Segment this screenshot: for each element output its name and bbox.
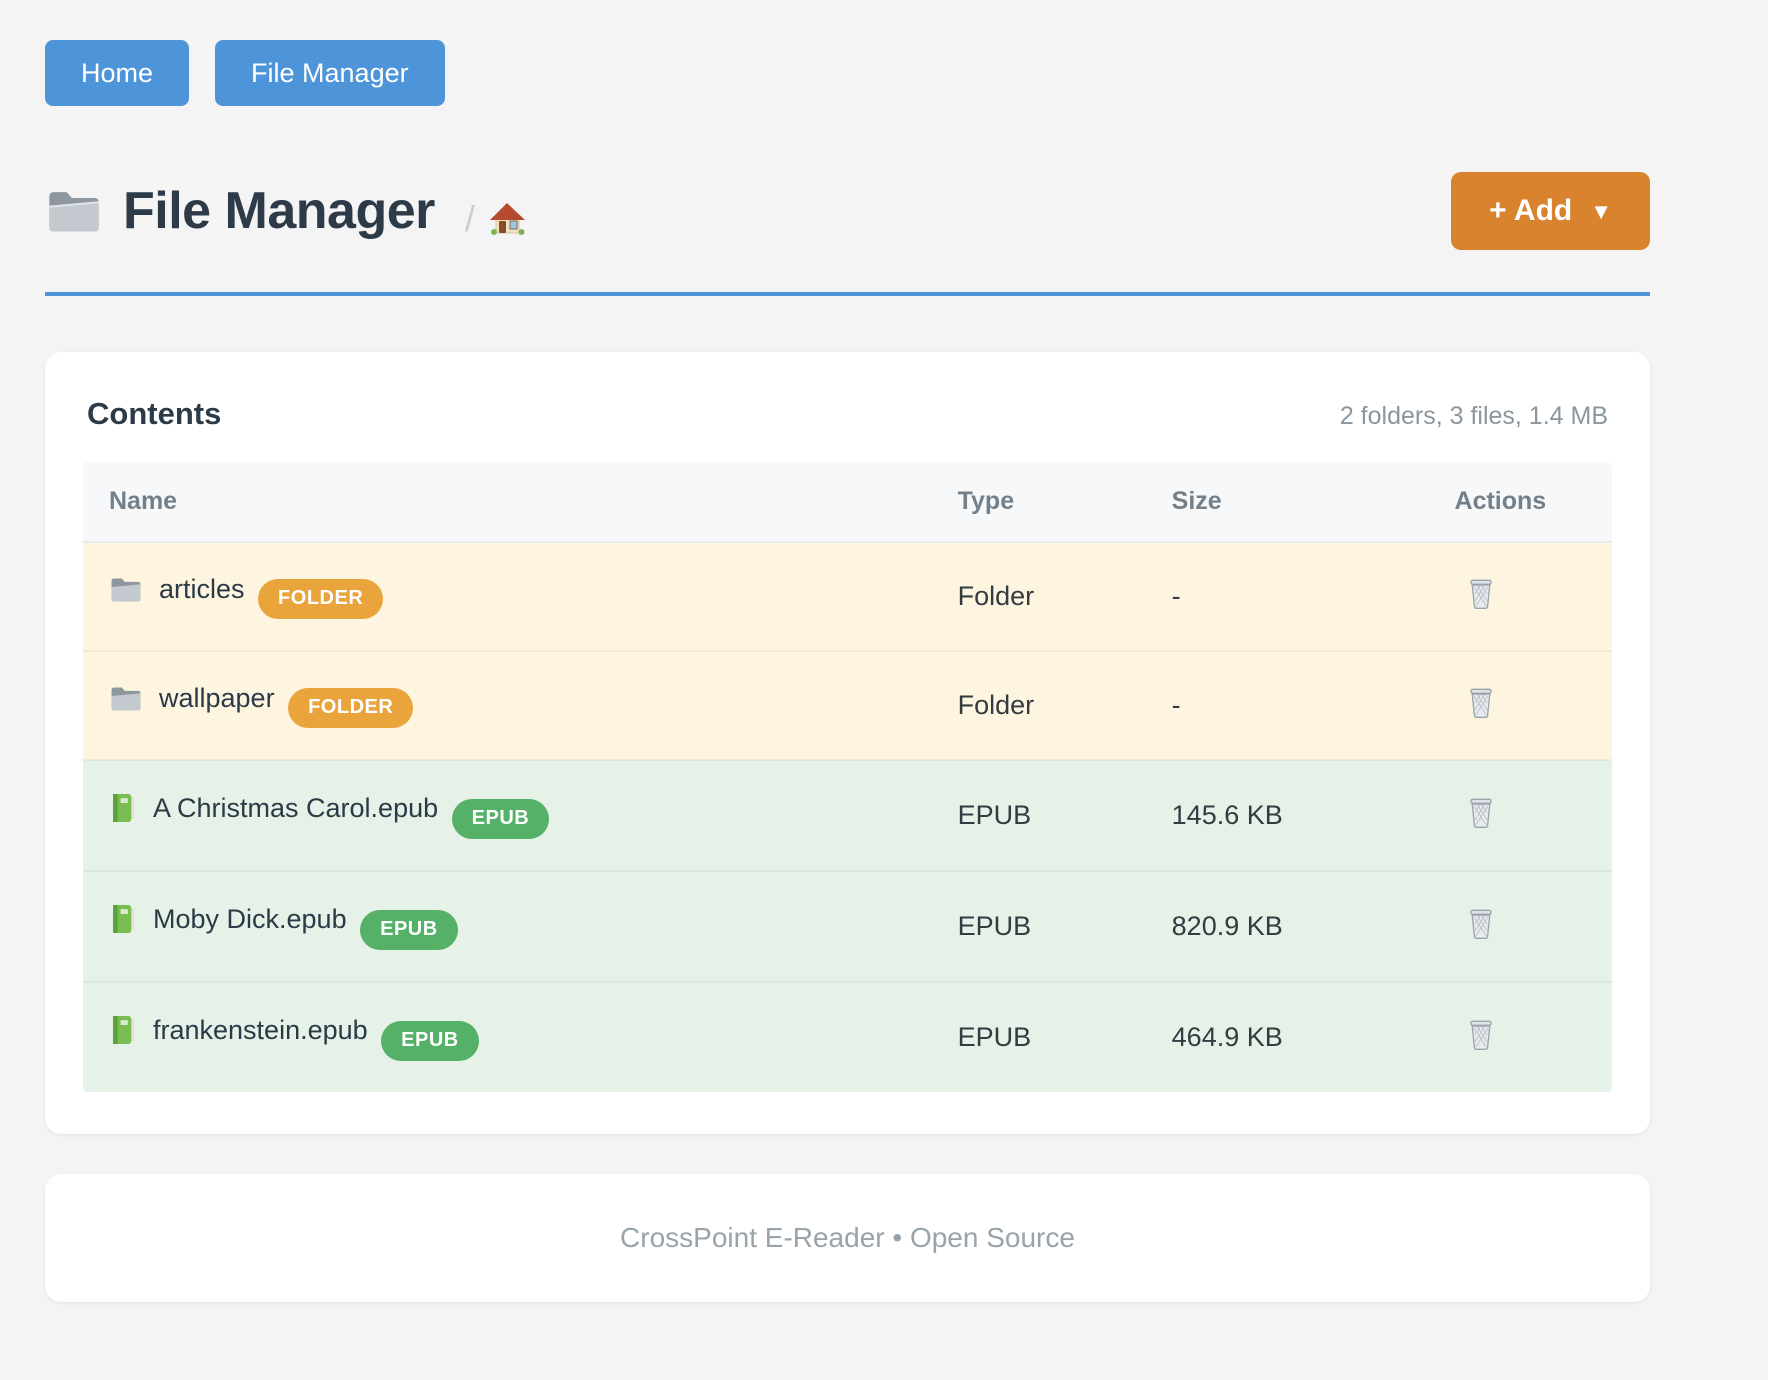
folder-icon — [109, 575, 143, 604]
contents-summary: 2 folders, 3 files, 1.4 MB — [1340, 402, 1608, 431]
item-size: - — [1146, 651, 1429, 760]
trash-icon — [1467, 685, 1495, 719]
file-link[interactable]: A Christmas Carol.epub — [109, 792, 438, 824]
trash-icon — [1467, 795, 1495, 829]
item-type: Folder — [932, 542, 1146, 651]
item-name: Moby Dick.epub — [153, 904, 347, 935]
delete-button[interactable] — [1467, 685, 1495, 719]
home-button[interactable]: Home — [45, 40, 189, 106]
top-nav: Home File Manager — [45, 40, 1650, 106]
book-icon — [109, 792, 137, 824]
table-row: A Christmas Carol.epub EPUB EPUB 145.6 K… — [83, 760, 1612, 871]
breadcrumb: / — [465, 182, 527, 240]
page-header: File Manager / + Add ▼ — [45, 172, 1650, 250]
caret-down-icon: ▼ — [1590, 199, 1612, 223]
item-size: - — [1146, 542, 1429, 651]
folder-icon — [109, 684, 143, 713]
column-header-actions: Actions — [1429, 462, 1612, 542]
contents-heading: Contents — [87, 396, 221, 432]
item-type: EPUB — [932, 871, 1146, 982]
add-button-label: + Add — [1489, 194, 1572, 228]
header-divider — [45, 292, 1650, 296]
item-type: EPUB — [932, 982, 1146, 1092]
folder-link[interactable]: articles — [109, 574, 245, 605]
footer-text: CrossPoint E-Reader • Open Source — [620, 1222, 1075, 1253]
delete-button[interactable] — [1467, 1017, 1495, 1051]
item-type: EPUB — [932, 760, 1146, 871]
table-row: frankenstein.epub EPUB EPUB 464.9 KB — [83, 982, 1612, 1092]
contents-card: Contents 2 folders, 3 files, 1.4 MB Name… — [45, 352, 1650, 1134]
table-row: Moby Dick.epub EPUB EPUB 820.9 KB — [83, 871, 1612, 982]
type-badge: FOLDER — [288, 688, 413, 728]
table-row: articles FOLDER Folder - — [83, 542, 1612, 651]
trash-icon — [1467, 1017, 1495, 1051]
delete-button[interactable] — [1467, 795, 1495, 829]
type-badge: FOLDER — [258, 579, 383, 619]
footer: CrossPoint E-Reader • Open Source — [45, 1174, 1650, 1302]
delete-button[interactable] — [1467, 576, 1495, 610]
page: Home File Manager File Manager / — [45, 0, 1650, 1302]
file-link[interactable]: Moby Dick.epub — [109, 903, 347, 935]
column-header-name: Name — [83, 462, 932, 542]
column-header-size: Size — [1146, 462, 1429, 542]
item-name: A Christmas Carol.epub — [153, 793, 438, 824]
breadcrumb-separator: / — [465, 198, 475, 240]
item-size: 820.9 KB — [1146, 871, 1429, 982]
item-size: 464.9 KB — [1146, 982, 1429, 1092]
file-link[interactable]: frankenstein.epub — [109, 1014, 368, 1046]
home-icon[interactable] — [487, 199, 527, 239]
type-badge: EPUB — [360, 910, 458, 950]
type-badge: EPUB — [452, 799, 550, 839]
column-header-type: Type — [932, 462, 1146, 542]
item-name: wallpaper — [159, 683, 275, 714]
file-table-wrap: Name Type Size Actions — [83, 462, 1612, 1092]
book-icon — [109, 1014, 137, 1046]
type-badge: EPUB — [381, 1021, 479, 1061]
table-row: wallpaper FOLDER Folder - — [83, 651, 1612, 760]
page-title-text: File Manager — [123, 181, 435, 241]
contents-card-header: Contents 2 folders, 3 files, 1.4 MB — [83, 388, 1612, 432]
file-table: Name Type Size Actions — [83, 462, 1612, 1092]
item-type: Folder — [932, 651, 1146, 760]
trash-icon — [1467, 906, 1495, 940]
item-name: articles — [159, 574, 245, 605]
file-manager-button[interactable]: File Manager — [215, 40, 445, 106]
page-title: File Manager — [45, 181, 435, 241]
table-header-row: Name Type Size Actions — [83, 462, 1612, 542]
folder-icon — [45, 186, 103, 236]
item-name: frankenstein.epub — [153, 1015, 368, 1046]
book-icon — [109, 903, 137, 935]
item-size: 145.6 KB — [1146, 760, 1429, 871]
add-button[interactable]: + Add ▼ — [1451, 172, 1650, 250]
delete-button[interactable] — [1467, 906, 1495, 940]
folder-link[interactable]: wallpaper — [109, 683, 275, 714]
trash-icon — [1467, 576, 1495, 610]
